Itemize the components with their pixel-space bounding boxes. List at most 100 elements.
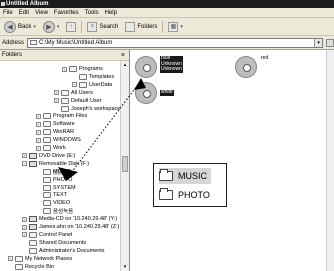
folders-button[interactable]: Folders [123, 20, 159, 34]
file-item[interactable]: white [135, 82, 174, 104]
tree-item[interactable]: + UserData [72, 81, 112, 89]
tree-item[interactable]: + Work [36, 144, 66, 152]
tree-item[interactable]: − Removable Disk (F:) [22, 160, 89, 168]
expand-icon[interactable]: + [62, 66, 67, 72]
tree-item[interactable]: Templates [72, 73, 114, 81]
tree-item[interactable]: SYSTEM [36, 184, 76, 192]
drive-icon [29, 216, 37, 223]
menu-favorites[interactable]: Favorites [54, 10, 79, 16]
menu-tools[interactable]: Tools [85, 10, 99, 16]
scroll-down-icon[interactable]: ▾ [121, 263, 129, 271]
file-title: white [161, 89, 173, 95]
expand-icon[interactable]: + [36, 121, 41, 127]
expand-icon[interactable]: + [54, 98, 59, 104]
tree-item[interactable]: TEXT [36, 191, 67, 199]
search-icon: ⌕ [87, 21, 98, 32]
views-button[interactable]: ▦ ▾ [166, 20, 185, 34]
tree-item[interactable]: MUSIC [36, 168, 71, 176]
tree-item[interactable]: + My Network Places [8, 255, 72, 263]
expand-icon[interactable]: + [22, 216, 27, 222]
tree-item-label: SYSTEM [53, 184, 76, 191]
tree-item-label: TEXT [53, 192, 68, 199]
tree-item[interactable]: + WINDOWS [36, 136, 81, 144]
tree-item[interactable]: + James.ahn on '10.240.29.48' (Z:) [22, 223, 119, 231]
menu-help[interactable]: Help [105, 10, 117, 16]
tree-item-label: DVD Drive (E:) [39, 152, 76, 159]
folders-icon [125, 21, 136, 32]
file-item[interactable]: blue Unknown Unknown [135, 55, 183, 78]
tree-item[interactable]: Joseph's workspace [54, 105, 120, 113]
folder-icon [29, 239, 37, 246]
callout-item-label: PHOTO [178, 190, 210, 200]
expand-icon[interactable]: + [36, 137, 41, 143]
back-dropdown-icon[interactable]: ▾ [33, 24, 36, 30]
file-label: white [160, 89, 174, 96]
expand-icon[interactable]: + [22, 224, 27, 230]
expand-icon[interactable]: + [36, 113, 41, 119]
back-button[interactable]: ◀ Back ▾ [2, 20, 38, 34]
folders-label: Folders [137, 23, 158, 30]
forward-button[interactable]: ▶ ▾ [41, 20, 62, 34]
up-folder-button[interactable]: ↑ [64, 20, 78, 34]
menu-file[interactable]: File [3, 10, 13, 16]
callout-item-music[interactable]: MUSIC [159, 168, 211, 184]
forward-arrow-icon: ▶ [42, 20, 55, 33]
tree-item[interactable]: + Default User [54, 97, 102, 105]
expand-icon[interactable]: + [36, 129, 41, 135]
callout-item-label: MUSIC [178, 171, 207, 181]
search-button[interactable]: ⌕ Search [85, 20, 120, 34]
content-scrollbar[interactable] [326, 50, 334, 271]
tree-item[interactable]: Recycle Bin [8, 263, 54, 271]
forward-dropdown-icon[interactable]: ▾ [57, 24, 60, 30]
tree-item[interactable]: + Program Files [36, 112, 87, 120]
callout-item-photo[interactable]: PHOTO [159, 187, 214, 203]
folder-tree-scrollbar[interactable]: ▴ ▾ [120, 61, 129, 271]
folder-icon [43, 113, 51, 120]
tree-item[interactable]: + WinRAR [36, 128, 74, 136]
tree-item-label: PHOTO [53, 176, 73, 183]
file-item[interactable]: red [235, 55, 269, 78]
folder-icon [159, 188, 173, 200]
title-bar: Untitled Album [0, 0, 334, 8]
tree-item[interactable]: + Software [36, 120, 75, 128]
folder-icon [43, 200, 51, 207]
scroll-thumb[interactable] [122, 156, 128, 172]
search-label: Search [99, 23, 119, 30]
back-label: Back [18, 23, 32, 30]
tree-item[interactable]: Shared Documents [22, 239, 86, 247]
scroll-up-icon[interactable]: ▴ [121, 61, 129, 69]
menu-view[interactable]: View [35, 10, 48, 16]
collapse-icon[interactable]: − [22, 161, 27, 167]
tree-item[interactable]: + DVD Drive (E:) [22, 152, 75, 160]
tree-item[interactable]: PHOTO [36, 176, 72, 184]
address-dropdown-icon[interactable]: ▾ [314, 38, 323, 47]
expand-icon[interactable]: + [22, 153, 27, 159]
go-icon[interactable] [326, 38, 334, 47]
tree-item-label: Work [53, 145, 66, 151]
menu-edit[interactable]: Edit [19, 10, 29, 16]
folder-icon [43, 168, 51, 175]
menu-bar: File Edit View Favorites Tools Help [0, 8, 334, 18]
tree-item[interactable]: VIDEO [36, 199, 70, 207]
tree-item[interactable]: + Media-CD on '10.240.29.48' (Y:) [22, 215, 117, 223]
tree-item[interactable]: Administrator's Documents [22, 247, 105, 255]
close-icon[interactable]: × [121, 50, 125, 61]
address-label: Address [2, 39, 25, 46]
folder-icon [43, 208, 51, 215]
expand-icon[interactable]: + [72, 82, 77, 88]
folders-pane-header: Folders × [0, 50, 129, 61]
expand-icon[interactable]: + [54, 90, 59, 96]
tree-item[interactable]: + Control Panel [22, 231, 72, 239]
tree-item[interactable]: + All Users [54, 89, 93, 97]
file-title: red [261, 55, 269, 61]
folder-tree: + Programs Templates + UserData + All Users + De… [0, 61, 120, 271]
address-field[interactable]: C:\My Music\Untitled Album ▾ [27, 37, 324, 48]
expand-icon[interactable]: + [8, 256, 13, 262]
views-dropdown-icon[interactable]: ▾ [180, 24, 183, 30]
tree-item[interactable]: 음성녹음 [36, 207, 73, 215]
expand-icon[interactable]: + [22, 232, 27, 238]
tree-item[interactable]: + Programs [62, 65, 103, 73]
expand-icon[interactable]: + [36, 145, 41, 151]
toolbar: ◀ Back ▾ ▶ ▾ ↑ ⌕ Search Folders ▦ ▾ [0, 18, 334, 36]
folder-icon [30, 40, 38, 45]
